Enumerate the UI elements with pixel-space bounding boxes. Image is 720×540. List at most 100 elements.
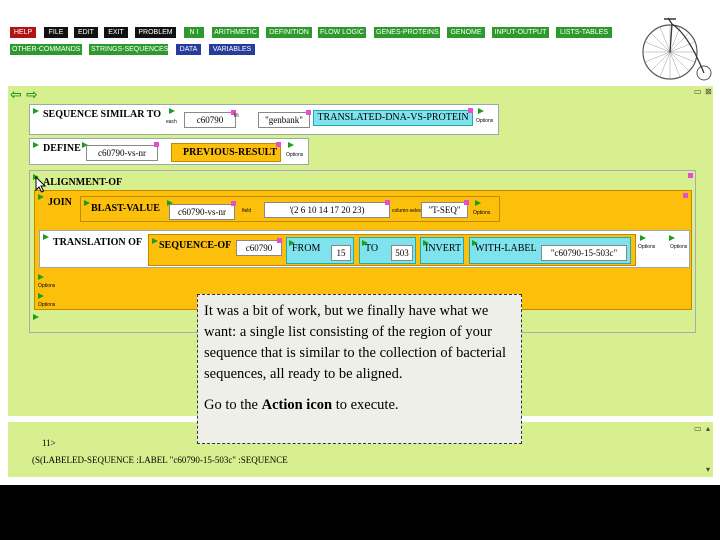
menu-input-output-button[interactable]: INPUT-OUTPUT [492,27,549,38]
tseq-arg-input[interactable]: "T-SEQ" [421,202,468,218]
forward-arrow-icon[interactable]: ⇨ [26,87,38,103]
invert-box[interactable]: INVERT [420,237,464,264]
delete-icon[interactable] [276,142,281,147]
action-icon[interactable] [84,200,90,206]
options-label[interactable]: Options [638,244,655,250]
back-arrow-icon[interactable]: ⇦ [10,87,22,103]
delete-icon[interactable] [464,200,469,205]
from-value-input[interactable]: 15 [331,245,351,261]
from-box[interactable]: FROM 15 [286,237,354,264]
invert-label: INVERT [425,243,462,254]
window-minimize-icon[interactable]: ▭ [694,87,702,96]
tooltip-text: It was a bit of work, but we finally hav… [204,303,506,382]
delete-icon[interactable] [277,238,282,243]
help-tooltip: It was a bit of work, but we finally hav… [197,294,522,444]
mouse-cursor-icon [35,176,47,193]
label-value-input[interactable]: "c60790-15-503c" [541,245,627,261]
window-close-icon[interactable]: ⊠ [705,87,712,96]
options-label[interactable]: Options [476,118,493,124]
action-icon[interactable] [33,314,39,320]
sequence-of-arg-input[interactable]: c60790 [236,240,282,256]
delete-icon[interactable] [231,201,236,206]
alignment-keyword: ALIGNMENT-OF [43,177,123,188]
action-icon[interactable] [640,235,646,241]
sequence-arg-input[interactable]: c60790 [184,112,236,128]
delete-icon[interactable] [688,173,693,178]
menu-strings-sequences-button[interactable]: STRINGS-SEQUENCES [89,44,168,55]
with-label-label: WITH-LABEL [475,243,537,254]
from-label: FROM [292,243,321,254]
tooltip-prefix: Go to the [204,397,262,413]
history-scroll-down-icon[interactable]: ▾ [706,465,710,474]
sequence-similar-to-box[interactable]: SEQUENCE SIMILAR TO each c60790 in "genb… [29,104,499,135]
menu-exit-button[interactable]: EXIT [104,27,128,38]
search-type-arg[interactable]: TRANSLATED-DNA-VS-PROTEIN [313,110,473,126]
menu-help-button[interactable]: HELP [10,27,36,38]
translation-of-box[interactable]: TRANSLATION OF SEQUENCE-OF c60790 FROM 1… [39,230,690,268]
action-icon[interactable] [33,108,39,114]
options-label[interactable]: Options [670,244,687,250]
menu-lists-tables-button[interactable]: LISTS-TABLES [556,27,612,38]
delete-icon[interactable] [385,200,390,205]
label-each: each [166,119,177,125]
menu-problem-button[interactable]: PROBLEM [135,27,176,38]
join-box[interactable]: JOIN BLAST-VALUE c60790-vs-nr field '(2 … [34,190,692,310]
action-icon[interactable] [43,234,49,240]
menu-other-commands-button[interactable]: OTHER-COMMANDS [10,44,82,55]
with-label-box[interactable]: WITH-LABEL "c60790-15-503c" [469,237,631,264]
menu-data-button[interactable]: DATA [176,44,201,55]
previous-result-keyword: PREVIOUS-RESULT [183,147,278,158]
menu-file-button[interactable]: FILE [44,27,68,38]
menu-genome-button[interactable]: GENOME [447,27,485,38]
history-line-number: 11> [42,438,56,448]
menu-arithmetic-button[interactable]: ARITHMETIC [212,27,259,38]
delete-icon[interactable] [683,193,688,198]
tooltip-suffix: to execute. [332,397,399,413]
action-icon[interactable] [152,238,158,244]
action-icon[interactable] [669,235,675,241]
history-scroll-up-icon[interactable]: ▴ [706,424,710,433]
field-list-input[interactable]: '(2 6 10 14 17 20 23) [264,202,390,218]
options-label[interactable]: Options [38,302,55,308]
sequence-of-keyword: SEQUENCE-OF [159,240,232,251]
label-in: in [234,113,239,119]
action-icon[interactable] [38,293,44,299]
options-label[interactable]: Options [473,210,490,216]
action-icon[interactable] [169,108,175,114]
action-icon[interactable] [478,108,484,114]
options-label[interactable]: Options [286,152,303,158]
menu-flow-logic-button[interactable]: FLOW LOGIC [318,27,366,38]
history-line-text: (S(LABELED-SEQUENCE :LABEL "c60790-15-50… [32,455,288,465]
options-label[interactable]: Options [38,283,55,289]
menu-variables-button[interactable]: VARIABLES [209,44,255,55]
define-name-input[interactable]: c60790-vs-nr [86,145,158,161]
action-icon[interactable] [38,194,44,200]
delete-icon[interactable] [154,142,159,147]
blast-value-box[interactable]: BLAST-VALUE c60790-vs-nr field '(2 6 10 … [80,196,500,222]
to-box[interactable]: TO 503 [359,237,416,264]
action-icon[interactable] [33,142,39,148]
to-value-input[interactable]: 503 [391,245,413,261]
to-label: TO [365,243,379,254]
menu-edit-button[interactable]: EDIT [74,27,98,38]
action-icon[interactable] [475,200,481,206]
action-icon[interactable] [38,274,44,280]
database-arg-input[interactable]: "genbank" [258,112,310,128]
menu-genes-proteins-button[interactable]: GENES-PROTEINS [374,27,440,38]
translation-keyword: TRANSLATION OF [53,237,142,248]
delete-icon[interactable] [468,108,473,113]
sequence-of-box[interactable]: SEQUENCE-OF c60790 FROM 15 TO 503 INVERT… [148,234,636,266]
delete-icon[interactable] [306,110,311,115]
sequence-similar-keyword: SEQUENCE SIMILAR TO [43,109,161,120]
join-keyword: JOIN [48,197,72,208]
menu-bar: HELP FILE EDIT EXIT PROBLEM N I ARITHMET… [0,0,640,62]
menu-definition-button[interactable]: DEFINITION [266,27,312,38]
penny-farthing-logo-icon [642,17,712,81]
action-icon[interactable] [288,142,294,148]
blast-arg-input[interactable]: c60790-vs-nr [169,204,235,220]
tooltip-action-icon-label: Action icon [261,397,333,413]
tooltip-instruction: Go to the Action icon to execute. [204,395,515,416]
history-minimize-icon[interactable]: ▭ [694,424,702,433]
menu-ni-button[interactable]: N I [184,27,204,38]
define-box[interactable]: DEFINE c60790-vs-nr PREVIOUS-RESULT Opti… [29,138,309,165]
